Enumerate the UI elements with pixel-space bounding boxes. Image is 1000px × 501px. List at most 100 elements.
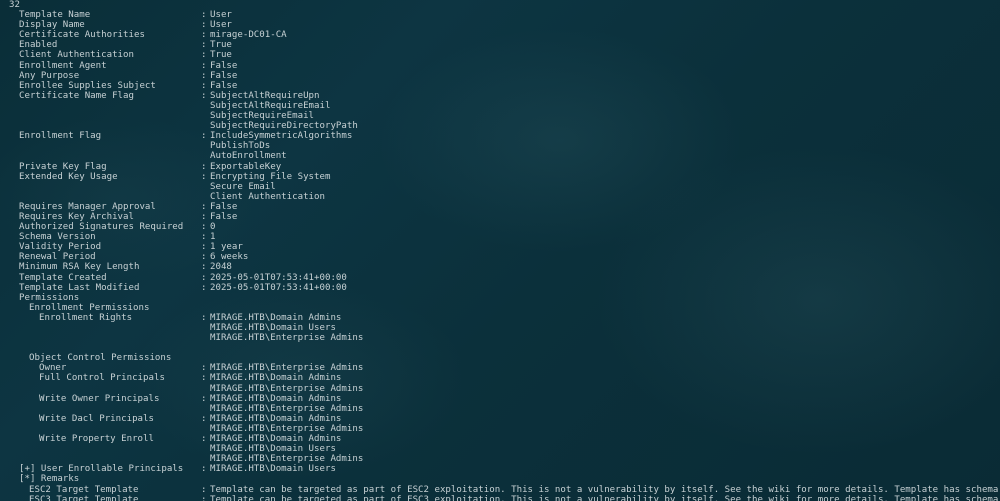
terminal-line: Display Name: User [0,20,1000,30]
field-value: MIRAGE.HTB\Domain Admins [210,312,342,323]
terminal-line: PublishToDs [0,141,1000,151]
field-separator: : [201,70,207,81]
field-value: False [210,70,238,81]
field-key: Write Property Enroll [39,434,154,445]
field-value: 1 year [210,242,243,253]
field-separator: : [201,262,207,273]
terminal-line: Client Authentication: True [0,50,1000,60]
field-value: Encrypting File System [210,171,331,182]
terminal-line: Private Key Flag: ExportableKey [0,162,1000,172]
field-key: Enrollee Supplies Subject [19,80,156,91]
field-key: Requires Manager Approval [19,201,156,212]
field-key: Template Last Modified [19,282,140,293]
field-value-continuation: PublishToDs [210,141,271,152]
field-value-continuation: MIRAGE.HTB\Enterprise Admins [210,403,364,414]
terminal-line: Requires Key Archival: False [0,212,1000,222]
field-key: Client Authentication [19,50,134,61]
field-separator: : [201,282,207,293]
field-value-continuation: MIRAGE.HTB\Enterprise Admins [210,333,364,344]
terminal-line: Full Control Principals: MIRAGE.HTB\Domai… [0,373,1000,383]
field-key: Requires Key Archival [19,211,134,222]
field-value-continuation: SubjectAltRequireEmail [210,100,331,111]
terminal-line: Authorized Signatures Required:0 [0,222,1000,232]
terminal-line: Secure Email [0,182,1000,192]
field-value: False [210,201,238,212]
field-separator: : [201,484,207,495]
field-value-continuation: AutoEnrollment [210,151,287,162]
field-value: User [210,20,232,31]
field-key: Template Created [19,272,107,283]
terminal-line: Enrollment Permissions [0,303,1000,313]
field-separator: : [201,252,207,263]
terminal-line: MIRAGE.HTB\Domain Users [0,444,1000,454]
field-value-continuation: SubjectRequireEmail [210,111,315,122]
field-key: Write Dacl Principals [39,413,154,424]
field-key: Minimum RSA Key Length [19,262,140,273]
field-separator: : [201,50,207,61]
field-value: IncludeSymmetricAlgorithms [210,131,353,142]
terminal-line: Permissions [0,293,1000,303]
field-value-continuation: MIRAGE.HTB\Enterprise Admins [210,383,364,394]
terminal-line: MIRAGE.HTB\Enterprise Admins [0,384,1000,394]
terminal-line: AutoEnrollment [0,151,1000,161]
field-separator: : [201,20,207,31]
field-separator: : [201,10,207,21]
field-value: ExportableKey [210,161,282,172]
field-value: 2025-05-01T07:53:41+00:00 [210,272,347,283]
field-value: True [210,50,232,61]
line-text: Enrollment Permissions [29,302,150,313]
field-value: 1 [210,232,216,243]
field-value-continuation: MIRAGE.HTB\Domain Users [210,444,336,455]
field-key: Certificate Name Flag [19,90,134,101]
terminal-line: Owner: MIRAGE.HTB\Enterprise Admins [0,363,1000,373]
field-separator: : [201,494,207,501]
terminal-line: MIRAGE.HTB\Enterprise Admins [0,404,1000,414]
field-key: Any Purpose [19,70,80,81]
line-text: [*] Remarks [19,474,80,485]
field-value: MIRAGE.HTB\Domain Admins [210,373,342,384]
field-key: Full Control Principals [39,373,165,384]
terminal-line: Certificate Authorities: mirage-DC01-CA [0,30,1000,40]
field-value: MIRAGE.HTB\Enterprise Admins [210,363,364,374]
terminal-line: Certificate Name Flag: SubjectAltRequireU… [0,91,1000,101]
terminal-line: Object Control Permissions [0,353,1000,363]
terminal-line: MIRAGE.HTB\Enterprise Admins [0,333,1000,343]
field-separator: : [201,201,207,212]
terminal-line: ESC3 Target Template: Template can be tar… [0,495,1000,501]
field-key: [+] User Enrollable Principals [19,464,184,475]
terminal-line: Enrollment Rights: MIRAGE.HTB\Domain Admi… [0,313,1000,323]
field-key: ESC2 Target Template [29,484,139,495]
field-separator: : [201,373,207,384]
field-value: False [210,211,238,222]
field-separator: : [201,40,207,51]
field-value: 2025-05-01T07:53:41+00:00 [210,282,347,293]
field-value: MIRAGE.HTB\Domain Admins [210,393,342,404]
field-value: Template can be targeted as part of ESC2… [210,484,1000,495]
field-value: 6 weeks [210,252,249,263]
field-separator: : [201,312,207,323]
terminal-line: SubjectRequireEmail [0,111,1000,121]
field-key: Enrollment Agent [19,60,107,71]
terminal-line: Validity Period:1 year [0,242,1000,252]
field-value-continuation: MIRAGE.HTB\Enterprise Admins [210,454,364,465]
terminal-line: MIRAGE.HTB\Enterprise Admins [0,454,1000,464]
field-key: Enrollment Rights [39,312,133,323]
line-text: Permissions [19,292,80,303]
field-separator: : [201,272,207,283]
terminal-line: Write Dacl Principals: MIRAGE.HTB\Domain … [0,414,1000,424]
field-key: Renewal Period [19,252,96,263]
terminal-line: [+] User Enrollable Principals: MIRAGE.HT… [0,464,1000,474]
terminal-line: Template Last Modified:2025-05-01T07:53:… [0,283,1000,293]
field-value: False [210,60,238,71]
field-separator: : [201,80,207,91]
terminal-line: Write Property Enroll: MIRAGE.HTB\Domain … [0,434,1000,444]
terminal-line: Renewal Period:6 weeks [0,252,1000,262]
field-value: True [210,40,232,51]
field-key: Enabled [19,40,58,51]
field-value: MIRAGE.HTB\Domain Admins [210,413,342,424]
terminal-line: Any Purpose: False [0,71,1000,81]
terminal-output[interactable]: 32 Template Name: User Display Name: User Cer… [0,0,1000,501]
terminal-line: Extended Key Usage: Encrypting File Syste… [0,172,1000,182]
field-separator: : [201,393,207,404]
field-value-continuation: Client Authentication [210,191,325,202]
